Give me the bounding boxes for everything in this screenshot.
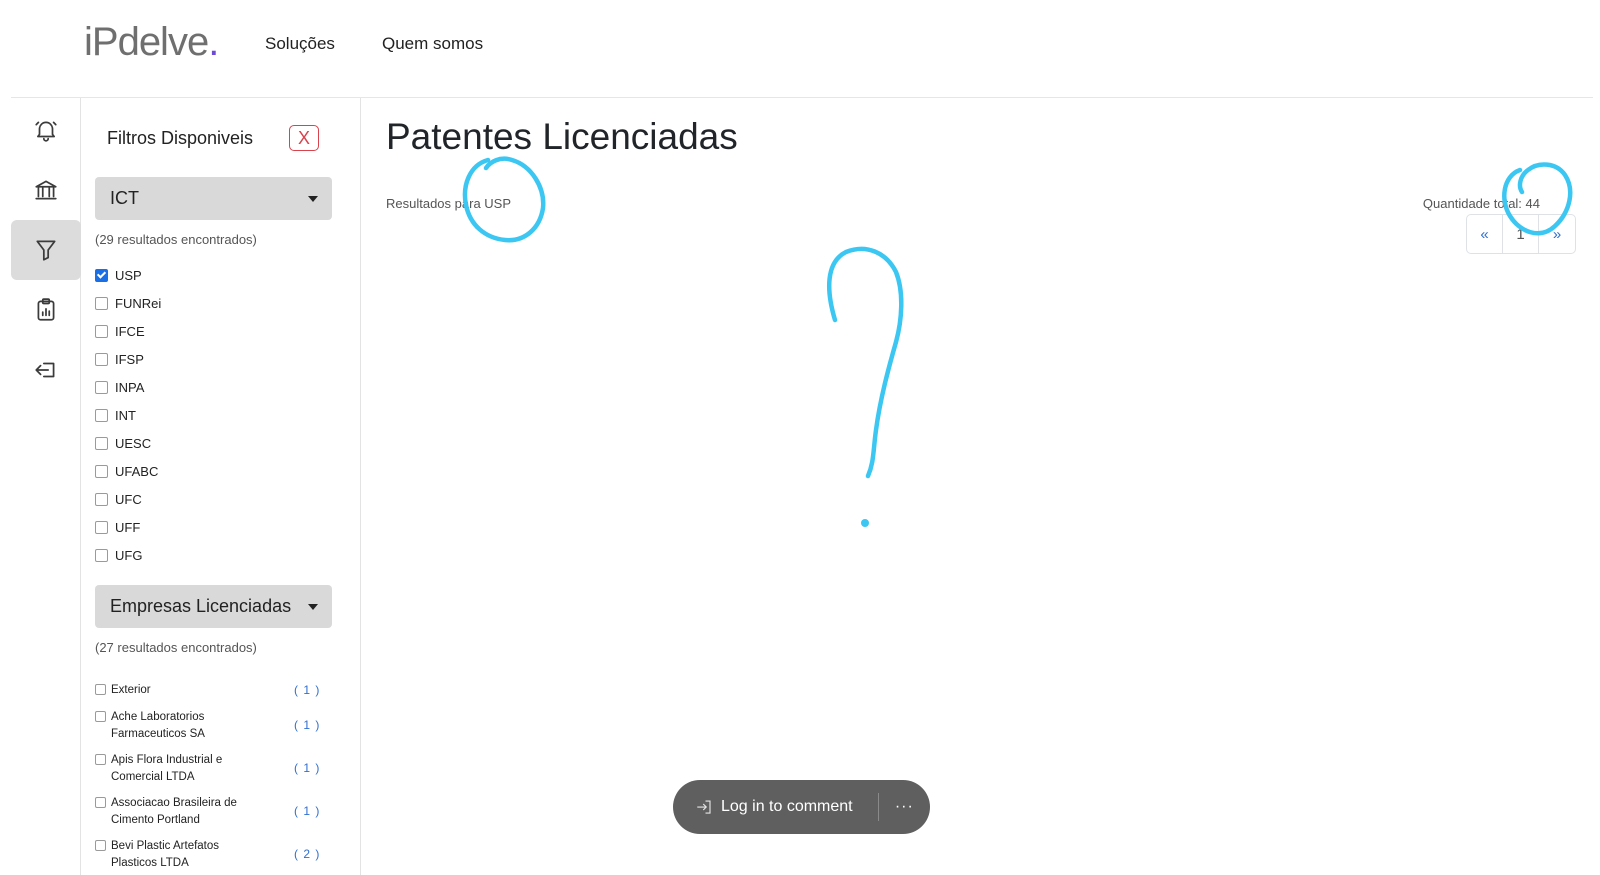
option-label: Associacao Brasileira de Cimento Portlan… xyxy=(111,797,237,826)
bell-icon xyxy=(35,121,57,142)
checkbox[interactable] xyxy=(95,711,106,722)
ict-option-ufabc[interactable]: UFABC xyxy=(95,461,158,481)
rail-item-logout[interactable] xyxy=(11,340,81,400)
ict-option-ufc[interactable]: UFC xyxy=(95,489,142,509)
checkbox[interactable] xyxy=(95,436,108,450)
empresas-results-count: (27 resultados encontrados) xyxy=(95,640,257,655)
option-label: UESC xyxy=(115,435,152,451)
empresa-option[interactable]: Apis Flora Industrial e Comercial LTDA (… xyxy=(95,752,325,786)
empresa-option[interactable]: Associacao Brasileira de Cimento Portlan… xyxy=(95,795,325,829)
checkbox[interactable] xyxy=(95,520,108,534)
checkbox[interactable] xyxy=(95,464,108,478)
annotation-question-dot xyxy=(861,519,869,527)
option-count: ( 1 ) xyxy=(294,761,321,775)
option-count: ( 1 ) xyxy=(294,804,321,818)
logout-icon xyxy=(35,362,55,378)
empresa-option[interactable]: Ache Laboratorios Farmaceuticos SA ( 1 ) xyxy=(95,709,325,743)
checkbox[interactable] xyxy=(95,754,106,765)
login-icon xyxy=(697,800,711,814)
pagination: « 1 » xyxy=(1466,214,1576,254)
ict-dropdown[interactable]: ICT xyxy=(95,177,332,220)
option-label: INT xyxy=(115,407,136,423)
login-to-comment-button[interactable]: Log in to comment xyxy=(673,780,853,834)
checkbox[interactable] xyxy=(95,352,108,366)
option-label: INPA xyxy=(115,379,145,395)
total-count-label: Quantidade total: 44 xyxy=(1422,196,1540,211)
checkbox[interactable] xyxy=(95,797,106,808)
ict-results-count: (29 resultados encontrados) xyxy=(95,232,257,247)
empresas-dropdown[interactable]: Empresas Licenciadas xyxy=(95,585,332,628)
login-to-comment-label: Log in to comment xyxy=(721,798,853,815)
close-filters-button[interactable]: X xyxy=(289,125,319,151)
option-label: UFF xyxy=(115,519,141,535)
option-count: ( 1 ) xyxy=(294,683,321,697)
empresa-option[interactable]: Exterior ( 1 ) xyxy=(95,682,325,700)
ict-option-int[interactable]: INT xyxy=(95,405,136,425)
ict-option-ufg[interactable]: UFG xyxy=(95,545,142,565)
ict-option-uff[interactable]: UFF xyxy=(95,517,140,537)
ict-option-ifsp[interactable]: IFSP xyxy=(95,349,144,369)
checkbox[interactable] xyxy=(95,268,108,282)
sidebar-rail xyxy=(11,98,81,875)
option-count: ( 2 ) xyxy=(294,847,321,861)
nav-solucoes[interactable]: Soluções xyxy=(265,34,335,54)
page-title: Patentes Licenciadas xyxy=(386,116,738,157)
results-for-label: Resultados para USP xyxy=(386,196,512,211)
pagination-first-button[interactable]: « xyxy=(1467,215,1503,253)
empresa-option[interactable]: Bevi Plastic Artefatos Plasticos LTDA ( … xyxy=(95,838,325,872)
filters-title: Filtros Disponiveis xyxy=(107,128,254,148)
bank-icon xyxy=(35,180,57,200)
top-navbar: iPdelve. Soluções Quem somos xyxy=(0,0,1600,97)
rail-item-institutions[interactable] xyxy=(11,160,81,220)
ict-option-uesc[interactable]: UESC xyxy=(95,433,151,453)
option-label: Apis Flora Industrial e Comercial LTDA xyxy=(111,754,223,783)
caret-down-icon xyxy=(308,604,318,610)
ict-option-inpa[interactable]: INPA xyxy=(95,377,144,397)
annotation-question-mark xyxy=(826,246,904,479)
rail-item-notifications[interactable] xyxy=(11,100,81,160)
clipboard-chart-icon xyxy=(37,298,55,321)
filter-icon xyxy=(36,240,56,261)
ict-dropdown-label: ICT xyxy=(110,188,139,208)
option-label: FUNRei xyxy=(115,295,162,311)
option-label: IFCE xyxy=(115,323,145,339)
more-options-button[interactable]: ··· xyxy=(879,798,930,816)
option-label: UFG xyxy=(115,547,143,563)
option-label: Bevi Plastic Artefatos Plasticos LTDA xyxy=(111,840,220,869)
checkbox[interactable] xyxy=(95,408,108,422)
checkbox[interactable] xyxy=(95,296,108,310)
rail-item-reports[interactable] xyxy=(11,280,81,340)
option-label: USP xyxy=(115,267,142,283)
option-label: IFSP xyxy=(115,351,144,367)
brand-logo[interactable]: iPdelve. xyxy=(84,20,219,65)
checkbox[interactable] xyxy=(95,840,106,851)
option-label: UFC xyxy=(115,491,142,507)
checkbox[interactable] xyxy=(95,492,108,506)
checkbox[interactable] xyxy=(95,380,108,394)
ict-option-ifce[interactable]: IFCE xyxy=(95,321,145,341)
caret-down-icon xyxy=(308,196,318,202)
rail-item-filters[interactable] xyxy=(11,220,81,280)
checkbox[interactable] xyxy=(95,324,108,338)
option-count: ( 1 ) xyxy=(294,718,321,732)
option-label: Ache Laboratorios Farmaceuticos SA xyxy=(111,711,205,740)
comment-bar: Log in to comment ··· xyxy=(673,780,930,834)
checkbox[interactable] xyxy=(95,684,106,695)
filters-panel: Filtros Disponiveis X ICT (29 resultados… xyxy=(82,98,361,875)
option-label: Exterior xyxy=(111,684,151,696)
nav-quem-somos[interactable]: Quem somos xyxy=(382,34,483,54)
checkbox[interactable] xyxy=(95,548,108,562)
ict-option-funrei[interactable]: FUNRei xyxy=(95,293,161,313)
pagination-page-button[interactable]: 1 xyxy=(1503,215,1539,253)
empresas-dropdown-label: Empresas Licenciadas xyxy=(110,596,292,616)
option-label: UFABC xyxy=(115,463,159,479)
pagination-last-button[interactable]: » xyxy=(1539,215,1575,253)
ict-option-usp[interactable]: USP xyxy=(95,265,142,285)
